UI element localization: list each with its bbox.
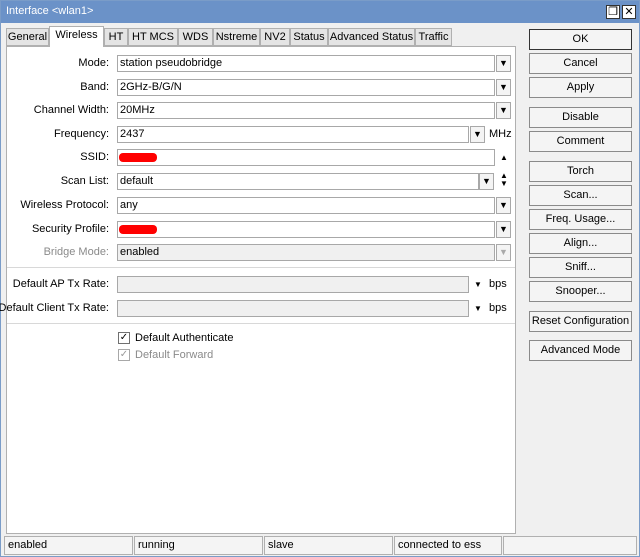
default-ap-tx-rate-input[interactable]: [117, 276, 469, 293]
disable-button[interactable]: Disable: [529, 107, 632, 128]
window-title: Interface <wlan1>: [6, 5, 94, 17]
status-connection: connected to ess: [394, 536, 502, 555]
wireless-protocol-label: Wireless Protocol:: [20, 199, 109, 211]
default-client-tx-rate-label: Default Client Tx Rate:: [0, 302, 109, 314]
ok-button[interactable]: OK: [529, 29, 632, 50]
tab-general[interactable]: General: [6, 28, 49, 46]
default-authenticate-label: Default Authenticate: [135, 332, 234, 344]
security-profile-redaction: [119, 225, 157, 234]
tab-wireless[interactable]: Wireless: [49, 26, 104, 47]
channel-width-label: Channel Width:: [33, 104, 109, 116]
channel-width-dropdown-icon[interactable]: ▼: [496, 102, 511, 119]
status-slave: slave: [264, 536, 393, 555]
scan-list-dropdown-icon[interactable]: ▼: [479, 173, 494, 190]
status-bar: enabled running slave connected to ess: [4, 536, 637, 555]
tab-nv2[interactable]: NV2: [260, 28, 290, 46]
security-profile-label: Security Profile:: [31, 223, 109, 235]
scan-list-select[interactable]: default: [117, 173, 479, 190]
tab-ht[interactable]: HT: [104, 28, 128, 46]
bridge-mode-label: Bridge Mode:: [43, 246, 109, 258]
interface-window: Interface <wlan1> ❐ ✕ General Wireless H…: [0, 0, 640, 557]
restore-icon[interactable]: ❐: [606, 5, 620, 19]
tab-traffic[interactable]: Traffic: [415, 28, 452, 46]
bridge-mode-select: enabled: [117, 244, 495, 261]
scan-button[interactable]: Scan...: [529, 185, 632, 206]
align-button[interactable]: Align...: [529, 233, 632, 254]
channel-width-select[interactable]: 20MHz: [117, 102, 495, 119]
tab-status[interactable]: Status: [290, 28, 328, 46]
tab-ht-mcs[interactable]: HT MCS: [128, 28, 178, 46]
wireless-protocol-select[interactable]: any: [117, 197, 495, 214]
apply-button[interactable]: Apply: [529, 77, 632, 98]
close-icon[interactable]: ✕: [622, 5, 636, 19]
mode-select[interactable]: station pseudobridge: [117, 55, 495, 72]
status-enabled: enabled: [4, 536, 133, 555]
default-forward-checkbox: ✓: [118, 349, 130, 361]
default-client-tx-rate-input[interactable]: [117, 300, 469, 317]
freq-usage-button[interactable]: Freq. Usage...: [529, 209, 632, 230]
ssid-redaction: [119, 153, 157, 162]
default-client-tx-rate-dropdown-icon[interactable]: ▼: [474, 304, 482, 313]
separator: [7, 323, 515, 324]
default-client-tx-rate-unit: bps: [489, 302, 507, 314]
scan-list-down-icon[interactable]: ▼: [500, 179, 508, 188]
torch-button[interactable]: Torch: [529, 161, 632, 182]
sniff-button[interactable]: Sniff...: [529, 257, 632, 278]
scan-list-label: Scan List:: [60, 175, 109, 187]
comment-button[interactable]: Comment: [529, 131, 632, 152]
tab-wds[interactable]: WDS: [178, 28, 213, 46]
snooper-button[interactable]: Snooper...: [529, 281, 632, 302]
frequency-unit: MHz: [489, 128, 512, 140]
band-dropdown-icon[interactable]: ▼: [496, 79, 511, 96]
tab-advanced-status[interactable]: Advanced Status: [328, 28, 415, 46]
wireless-protocol-dropdown-icon[interactable]: ▼: [496, 197, 511, 214]
cancel-button[interactable]: Cancel: [529, 53, 632, 74]
band-label: Band:: [80, 81, 109, 93]
status-running: running: [134, 536, 263, 555]
tab-nstreme[interactable]: Nstreme: [213, 28, 260, 46]
wireless-panel: Mode: station pseudobridge ▼ Band: 2GHz-…: [0, 46, 516, 534]
default-ap-tx-rate-unit: bps: [489, 278, 507, 290]
ssid-input[interactable]: [117, 149, 495, 166]
default-ap-tx-rate-dropdown-icon[interactable]: ▼: [474, 280, 482, 289]
default-forward-label: Default Forward: [135, 349, 214, 361]
reset-configuration-button[interactable]: Reset Configuration: [529, 311, 632, 332]
bridge-mode-dropdown-icon: ▼: [496, 244, 511, 261]
ssid-collapse-icon[interactable]: ▲: [500, 153, 508, 162]
frequency-select[interactable]: 2437: [117, 126, 469, 143]
default-ap-tx-rate-label: Default AP Tx Rate:: [12, 278, 109, 290]
status-extra: [503, 536, 637, 555]
separator: [7, 267, 515, 268]
security-profile-dropdown-icon[interactable]: ▼: [496, 221, 511, 238]
frequency-label: Frequency:: [53, 128, 109, 140]
advanced-mode-button[interactable]: Advanced Mode: [529, 340, 632, 361]
frequency-dropdown-icon[interactable]: ▼: [470, 126, 485, 143]
ssid-label: SSID:: [80, 151, 109, 163]
default-authenticate-checkbox[interactable]: ✓: [118, 332, 130, 344]
mode-dropdown-icon[interactable]: ▼: [496, 55, 511, 72]
mode-label: Mode:: [78, 57, 109, 69]
security-profile-select[interactable]: [117, 221, 495, 238]
band-select[interactable]: 2GHz-B/G/N: [117, 79, 495, 96]
window-titlebar[interactable]: Interface <wlan1> ❐ ✕: [1, 1, 639, 23]
